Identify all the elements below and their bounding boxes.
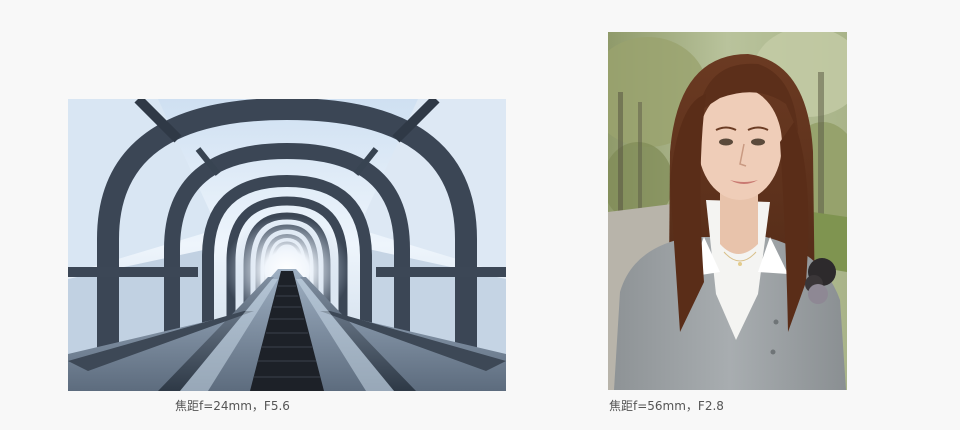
escalator-tunnel-photo <box>68 99 506 391</box>
portrait-photo <box>608 32 847 390</box>
caption-right: 焦距f=56mm，F2.8 <box>609 399 724 413</box>
caption-left: 焦距f=24mm，F5.6 <box>175 399 290 413</box>
